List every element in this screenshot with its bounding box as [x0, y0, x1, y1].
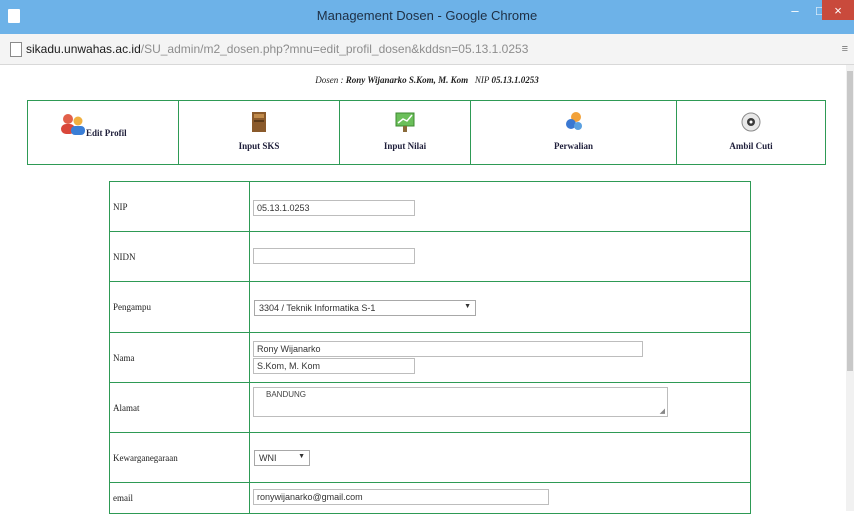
- dropdown-arrow-icon: ▼: [298, 453, 305, 460]
- field-cell-email: ronywijanarko@gmail.com: [251, 483, 750, 513]
- nip-value: 05.13.1.0253: [491, 75, 539, 85]
- alamat-value: BANDUNG: [266, 390, 307, 399]
- row-pengampu: Pengampu 3304 / Teknik Informatika S-1 ▼: [110, 282, 750, 333]
- label-nidn: NIDN: [110, 232, 250, 281]
- menu-input-nilai[interactable]: Input Nilai: [340, 101, 471, 164]
- label-nama: Nama: [110, 333, 250, 382]
- users-icon: [61, 114, 85, 135]
- url-host: sikadu.unwahas.ac.id: [26, 42, 141, 56]
- label-nip: NIP: [110, 182, 250, 231]
- field-cell-kewarganegaraan: WNI ▼: [251, 433, 750, 482]
- close-button[interactable]: ×: [822, 0, 854, 20]
- field-cell-nidn: [251, 232, 750, 281]
- lecturer-info: Dosen : Rony Wijanarko S.Kom, M. Kom NIP…: [0, 75, 854, 85]
- nidn-input[interactable]: [253, 248, 415, 264]
- row-nip: NIP 05.13.1.0253: [110, 182, 750, 232]
- menu-label-perwalian: Perwalian: [554, 141, 593, 151]
- url-text[interactable]: sikadu.unwahas.ac.id/SU_admin/m2_dosen.p…: [26, 42, 528, 56]
- row-nama: Nama Rony Wijanarko S.Kom, M. Kom: [110, 333, 750, 383]
- nip-label: NIP: [474, 75, 490, 85]
- scrollbar-thumb[interactable]: [847, 71, 853, 371]
- menu-icon[interactable]: ≡: [842, 43, 848, 55]
- minimize-button[interactable]: –: [782, 0, 808, 22]
- disc-icon: [741, 112, 761, 132]
- address-bar[interactable]: sikadu.unwahas.ac.id/SU_admin/m2_dosen.p…: [0, 34, 854, 65]
- nip-input[interactable]: 05.13.1.0253: [253, 200, 415, 216]
- action-menu: Edit Profil Input SKS Input Nilai Perwal…: [27, 100, 826, 165]
- label-kewarganegaraan: Kewarganegaraan: [110, 433, 250, 482]
- row-nidn: NIDN: [110, 232, 750, 282]
- row-alamat: Alamat BANDUNG ◢: [110, 383, 750, 433]
- menu-ambil-cuti[interactable]: Ambil Cuti: [677, 101, 825, 164]
- dosen-name: Rony Wijanarko S.Kom, M. Kom: [345, 75, 469, 85]
- resize-grip-icon[interactable]: ◢: [660, 407, 665, 415]
- chart-board-icon: [395, 112, 415, 132]
- label-alamat: Alamat: [110, 383, 250, 432]
- row-email: email ronywijanarko@gmail.com: [110, 483, 750, 513]
- menu-perwalian[interactable]: Perwalian: [471, 101, 677, 164]
- menu-label-ambil-cuti: Ambil Cuti: [729, 141, 773, 151]
- url-path: /SU_admin/m2_dosen.php?mnu=edit_profil_d…: [140, 42, 529, 56]
- row-kewarganegaraan: Kewarganegaraan WNI ▼: [110, 433, 750, 483]
- people-icon: [565, 112, 582, 130]
- dosen-label: Dosen :: [315, 75, 344, 85]
- menu-label-input-sks: Input SKS: [238, 141, 280, 151]
- dropdown-arrow-icon: ▼: [464, 303, 471, 310]
- field-cell-nip: 05.13.1.0253: [251, 182, 750, 231]
- field-cell-alamat: BANDUNG ◢: [251, 383, 750, 432]
- field-cell-nama: Rony Wijanarko S.Kom, M. Kom: [251, 333, 750, 382]
- window-title: Management Dosen - Google Chrome: [316, 8, 538, 23]
- menu-input-sks[interactable]: Input SKS: [179, 101, 340, 164]
- pengampu-select[interactable]: 3304 / Teknik Informatika S-1 ▼: [254, 300, 476, 316]
- menu-edit-profil[interactable]: Edit Profil: [28, 101, 179, 164]
- menu-label-input-nilai: Input Nilai: [383, 141, 427, 151]
- document-icon: [10, 42, 22, 57]
- menu-label-edit-profil: Edit Profil: [86, 128, 127, 138]
- kewarganegaraan-select[interactable]: WNI ▼: [254, 450, 310, 466]
- field-cell-pengampu: 3304 / Teknik Informatika S-1 ▼: [251, 282, 750, 332]
- pengampu-selected: 3304 / Teknik Informatika S-1: [259, 303, 376, 313]
- book-icon: [252, 112, 266, 132]
- alamat-textarea[interactable]: BANDUNG ◢: [253, 387, 668, 417]
- nama-input[interactable]: Rony Wijanarko: [253, 341, 643, 357]
- email-input[interactable]: ronywijanarko@gmail.com: [253, 489, 549, 505]
- kewarganegaraan-selected: WNI: [259, 453, 277, 463]
- vertical-scrollbar[interactable]: [846, 65, 854, 511]
- profile-form: NIP 05.13.1.0253 NIDN Pengampu 3304 / Te…: [109, 181, 751, 514]
- label-pengampu: Pengampu: [110, 282, 250, 332]
- label-email: email: [110, 483, 250, 513]
- window-titlebar: Management Dosen - Google Chrome – □ ×: [0, 0, 854, 34]
- gelar-input[interactable]: S.Kom, M. Kom: [253, 358, 415, 374]
